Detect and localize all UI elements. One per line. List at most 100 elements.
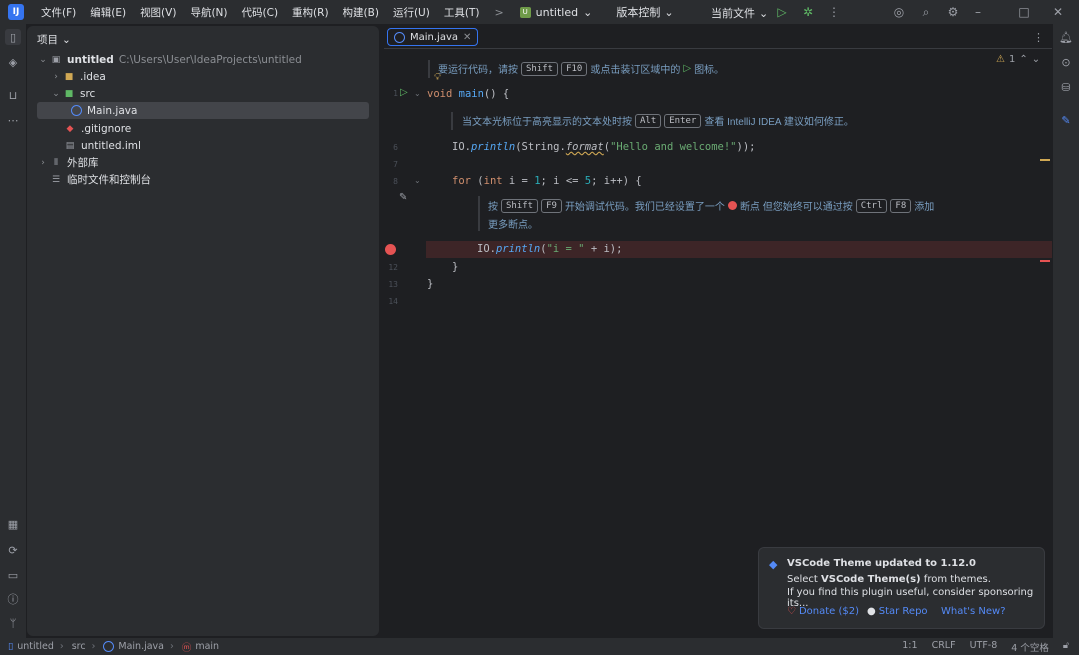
tree-item-gitignore[interactable]: ◆ .gitignore — [37, 120, 369, 137]
menu-tools[interactable]: 工具(T) — [437, 5, 487, 20]
key-shift: Shift — [501, 198, 539, 213]
code-line-6[interactable]: IO. println (String. format("Hello and welc… — [452, 139, 755, 155]
code-token: IO. — [452, 141, 471, 153]
donate-link[interactable]: ♡ Donate ($2) — [787, 606, 859, 617]
notifications-bell-icon[interactable]: 🔔︎ — [1058, 29, 1074, 45]
code-line-1[interactable]: void main() { — [427, 86, 509, 102]
menu-view[interactable]: 视图(V) — [133, 5, 183, 20]
breadcrumb-label: Main.java — [118, 641, 164, 652]
breadcrumb-main-method[interactable]: ⓜ main — [182, 640, 219, 654]
close-tab-icon[interactable]: ✕ — [463, 32, 471, 43]
caret-position[interactable]: 1:1 — [902, 640, 917, 654]
tree-item-label: Main.java — [87, 104, 138, 117]
database-icon[interactable]: ⛁ — [1058, 79, 1074, 95]
debug-hint: 按 Shift F9 开始调试代码。我们已经设置了一个 断点 但您始终可以通过按… — [488, 198, 948, 213]
chevron-right-icon[interactable]: › — [50, 72, 62, 82]
file-encoding[interactable]: UTF-8 — [970, 640, 998, 654]
tree-item-src[interactable]: ⌄ ■ src — [37, 85, 369, 102]
search-icon[interactable]: ⌕ — [918, 4, 934, 20]
git-tool-icon[interactable]: ᛘ — [5, 615, 21, 631]
menu-file[interactable]: 文件(F) — [34, 5, 83, 20]
fold-icon[interactable]: ⌄ — [414, 89, 421, 98]
more-menu-button[interactable]: > — [494, 6, 503, 19]
run-config-selector[interactable]: 当前文件 ⌄ — [711, 5, 768, 21]
maximize-icon[interactable]: □ — [1016, 4, 1032, 20]
ai-assistant-icon[interactable]: ◎ — [891, 4, 907, 20]
run-gutter-icon[interactable]: ▷ — [400, 87, 408, 98]
project-panel-header[interactable]: 项目 ⌄ — [37, 32, 71, 47]
breadcrumb-separator: › — [91, 641, 96, 652]
chevron-down-icon[interactable]: ⌄ — [50, 89, 62, 99]
debug-icon[interactable]: ✲ — [800, 4, 816, 20]
menu-build[interactable]: 构建(B) — [336, 5, 386, 20]
ai-edit-icon[interactable]: ✎ — [1058, 112, 1074, 128]
lightbulb-icon[interactable]: 💡︎ — [434, 72, 441, 83]
settings-gear-icon[interactable]: ⚙ — [945, 4, 961, 20]
notification-text: Select — [787, 574, 822, 585]
line-separator[interactable]: CRLF — [932, 640, 956, 654]
menu-edit[interactable]: 编辑(E) — [83, 5, 133, 20]
fold-icon[interactable]: ⌄ — [414, 176, 421, 185]
tree-item-main-java[interactable]: Main.java — [37, 102, 369, 119]
menu-refactor[interactable]: 重构(R) — [285, 5, 336, 20]
inspection-widget[interactable]: ⚠ 1 ⌃ ⌄ — [996, 54, 1040, 65]
chevron-down-icon[interactable]: ⌄ — [1032, 54, 1040, 65]
editor-tab-main-java[interactable]: Main.java ✕ — [387, 28, 479, 46]
breadcrumb-src[interactable]: src — [72, 641, 86, 652]
tree-item-iml[interactable]: ▤ untitled.iml — [37, 137, 369, 154]
whats-new-link[interactable]: What's New? — [941, 606, 1006, 617]
structure-tool-icon[interactable]: ⊔ — [5, 87, 21, 103]
menu-code[interactable]: 代码(C) — [235, 5, 286, 20]
tree-item-external-libraries[interactable]: › ⫴ 外部库 — [37, 154, 369, 171]
project-switcher[interactable]: U untitled ⌄ — [519, 5, 593, 19]
intellij-logo-icon[interactable]: IJ — [8, 4, 24, 20]
project-panel-title: 项目 — [37, 34, 58, 46]
breadcrumb-main-java[interactable]: Main.java — [103, 641, 164, 652]
tab-list-icon[interactable]: ⋮ — [1033, 31, 1044, 44]
menu-navigate[interactable]: 导航(N) — [183, 5, 234, 20]
lock-icon[interactable]: 🔓︎ — [1063, 640, 1069, 654]
menu-run[interactable]: 运行(U) — [386, 5, 437, 20]
breadcrumb-separator: › — [170, 641, 174, 652]
code-token: (String. — [515, 141, 566, 153]
breakpoint-icon[interactable] — [385, 244, 396, 255]
code-token: void — [427, 88, 453, 100]
indent-setting[interactable]: 4 个空格 — [1011, 640, 1049, 654]
more-tools-icon[interactable]: ⋯ — [5, 112, 21, 128]
minimize-icon[interactable]: – — [970, 4, 986, 20]
run-icon[interactable]: ▷ — [774, 4, 790, 20]
run-tool-icon[interactable]: ⟳ — [5, 542, 21, 558]
line-number: 8 — [393, 177, 398, 186]
tree-item-untitled[interactable]: ⌄ ▣ untitled C:\Users\User\IdeaProjects\… — [37, 51, 369, 68]
chevron-up-icon[interactable]: ⌃ — [1019, 54, 1027, 65]
code-line-10[interactable]: IO. println("i = " + i); — [477, 241, 622, 257]
heart-icon: ♡ — [787, 606, 796, 617]
tree-item-idea[interactable]: › ■ .idea — [37, 68, 369, 85]
code-line-13[interactable]: } — [427, 276, 433, 292]
more-actions-icon[interactable]: ⋮ — [826, 4, 842, 20]
warning-marker[interactable] — [1040, 159, 1050, 161]
github-icon: ● — [867, 606, 876, 617]
commit-tool-icon[interactable]: ◈ — [5, 54, 21, 70]
edit-hint-icon[interactable]: ✎ — [399, 192, 407, 203]
breakpoint-marker[interactable] — [1040, 260, 1050, 262]
code-line-8[interactable]: for (int i = 1; i <= 5; i++) { — [452, 173, 642, 189]
chevron-right-icon[interactable]: › — [37, 158, 49, 168]
chevron-down-icon: ⌄ — [583, 5, 593, 19]
gradle-icon[interactable]: ⊙ — [1058, 54, 1074, 70]
terminal-tool-icon[interactable]: ▭ — [5, 567, 21, 583]
code-token: println — [495, 243, 541, 255]
problems-tool-icon[interactable]: ⓘ — [5, 591, 21, 607]
tree-item-label: untitled — [67, 53, 114, 66]
project-tool-icon[interactable]: ▯ — [5, 29, 21, 45]
star-repo-link[interactable]: ● Star Repo — [867, 606, 928, 617]
tree-item-scratches[interactable]: ☰ 临时文件和控制台 — [37, 171, 369, 188]
right-tool-strip: 🔔︎ ⊙ ⛁ ✎ — [1053, 24, 1079, 638]
chevron-down-icon: ⌄ — [759, 6, 769, 20]
vcs-widget[interactable]: 版本控制 ⌄ — [616, 4, 673, 20]
code-line-12[interactable]: } — [452, 259, 458, 275]
close-icon[interactable]: ✕ — [1050, 4, 1066, 20]
breadcrumb-untitled[interactable]: ▯ untitled — [8, 641, 54, 652]
services-tool-icon[interactable]: ▦ — [5, 516, 21, 532]
chevron-down-icon[interactable]: ⌄ — [37, 55, 49, 65]
